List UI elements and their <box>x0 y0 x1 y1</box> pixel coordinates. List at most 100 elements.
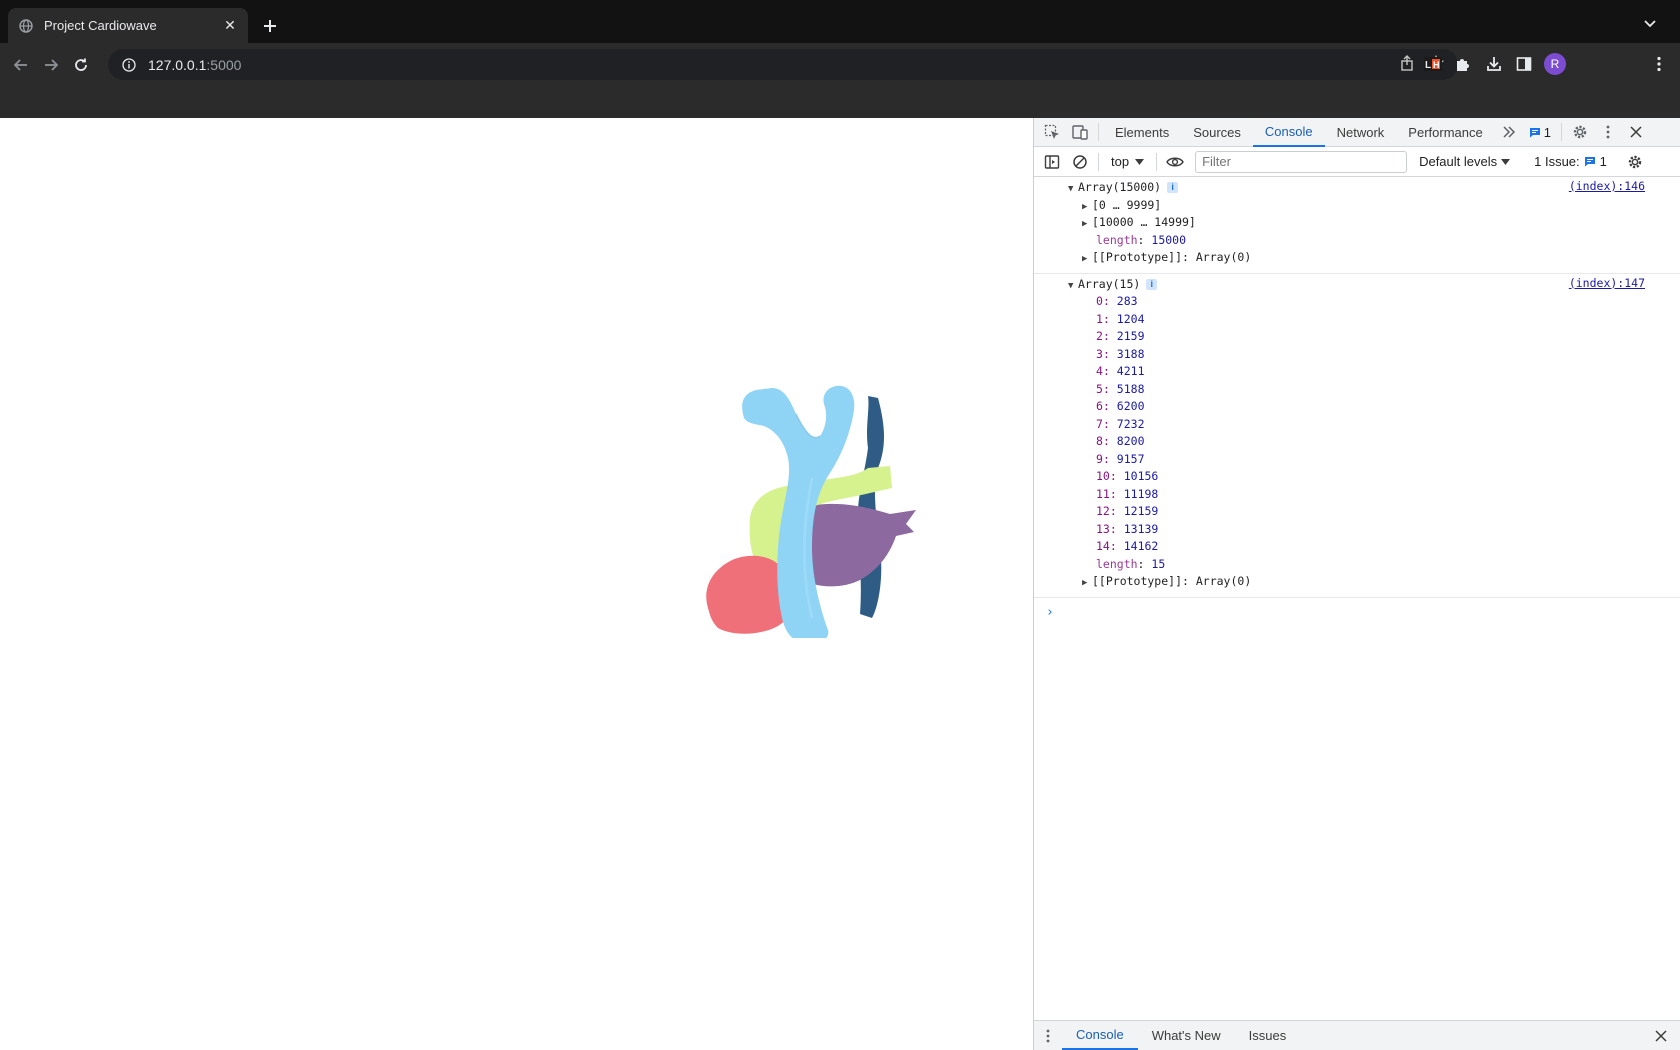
console-settings-gear-icon[interactable] <box>1621 148 1649 176</box>
download-icon[interactable] <box>1481 51 1507 77</box>
devtools-tab-bar: Elements Sources Console Network Perform… <box>1034 118 1680 147</box>
close-drawer-icon[interactable] <box>1647 1022 1675 1050</box>
share-icon[interactable] <box>1400 55 1414 74</box>
devtools-menu-icon[interactable] <box>1594 118 1622 146</box>
extensions-puzzle-icon[interactable] <box>1450 51 1476 77</box>
filter-input[interactable] <box>1195 150 1408 173</box>
context-selector[interactable]: top <box>1103 154 1152 169</box>
drawer-tab-issues[interactable]: Issues <box>1235 1021 1301 1050</box>
url-port: :5000 <box>206 56 242 73</box>
lighthouse-extension-icon[interactable]: LH <box>1420 51 1446 77</box>
messages-count: 1 <box>1543 124 1551 140</box>
settings-gear-icon[interactable] <box>1566 118 1594 146</box>
forward-arrow-icon <box>45 59 59 71</box>
array-item: 14: 14162 <box>1096 539 1159 553</box>
tab-network[interactable]: Network <box>1325 118 1397 147</box>
expand-triangle-icon[interactable]: ▶ <box>1082 251 1092 269</box>
tab-sources[interactable]: Sources <box>1181 118 1253 147</box>
plus-icon <box>264 20 276 32</box>
avatar: R <box>1544 53 1566 75</box>
info-icon[interactable]: i <box>1167 182 1179 193</box>
array-prototype[interactable]: ▶ [[Prototype]]: Array(0) <box>1034 249 1680 267</box>
inspect-element-icon[interactable] <box>1038 118 1066 146</box>
dropdown-arrow-icon <box>1501 158 1511 165</box>
forward-button[interactable] <box>38 52 64 78</box>
console-message: (index):146 ▼ Array(15000) i ▶ [0 … 9999] ▶… <box>1034 177 1680 274</box>
array-prototype[interactable]: ▶ [[Prototype]]: Array(0) <box>1034 573 1680 591</box>
close-tab-icon[interactable]: ✕ <box>222 17 238 34</box>
tab-search-button[interactable] <box>1640 14 1660 34</box>
message-icon <box>1529 127 1540 137</box>
bookmark-bar <box>0 86 1680 118</box>
svg-text:L: L <box>1425 60 1431 71</box>
console-toolbar: top Default levels 1 Issue: 1 <box>1034 147 1680 177</box>
back-button[interactable] <box>8 52 34 78</box>
sidebar-toggle-icon[interactable] <box>1038 148 1066 176</box>
array-length: length: 15 <box>1096 556 1166 571</box>
drawer-tab-console[interactable]: Console <box>1062 1021 1138 1050</box>
array-header[interactable]: ▼ Array(15000) i <box>1034 179 1680 197</box>
array-item: 9: 9157 <box>1096 451 1145 466</box>
tab-title: Project Cardiowave <box>44 18 157 33</box>
array-item: 13: 13139 <box>1096 521 1159 536</box>
browser-menu-button[interactable] <box>1646 51 1672 77</box>
site-info-icon[interactable] <box>120 56 138 74</box>
console-prompt[interactable]: › <box>1034 604 1680 622</box>
expand-triangle-icon[interactable]: ▶ <box>1082 575 1092 593</box>
clear-console-icon[interactable] <box>1066 148 1094 176</box>
chevron-down-icon <box>1644 20 1656 28</box>
console-message: (index):147 ▼ Array(15) i 0: 283 1: 1204 2… <box>1034 274 1680 598</box>
array-range[interactable]: ▶ [0 … 9999] <box>1034 197 1680 215</box>
range-label: [10000 … 14999] <box>1092 215 1196 229</box>
property-value: 15000 <box>1151 232 1187 247</box>
array-label: Array(15) <box>1078 276 1141 291</box>
console-output: (index):146 ▼ Array(15000) i ▶ [0 … 9999] ▶… <box>1034 177 1680 1020</box>
side-panel-icon[interactable] <box>1511 51 1537 77</box>
kebab-menu-icon <box>1657 56 1661 72</box>
range-label: [0 … 9999] <box>1092 197 1162 212</box>
prompt-chevron-icon: › <box>1046 604 1054 620</box>
devtools-panel: Elements Sources Console Network Perform… <box>1033 118 1680 1050</box>
info-icon[interactable]: i <box>1146 278 1158 290</box>
heart-3d-model[interactable] <box>700 318 960 638</box>
array-header[interactable]: ▼ Array(15) i <box>1034 276 1680 294</box>
log-levels-label: Default levels <box>1419 154 1498 169</box>
profile-button[interactable]: R <box>1542 51 1568 77</box>
url-host: 127.0.0.1 <box>148 56 207 73</box>
array-range[interactable]: ▶ [10000 … 14999] <box>1034 214 1680 232</box>
prototype-label: [[Prototype]]: Array(0) <box>1092 574 1252 588</box>
divider <box>1098 152 1099 171</box>
reload-button[interactable] <box>68 52 94 78</box>
svg-text:H: H <box>1433 60 1440 70</box>
device-toolbar-icon[interactable] <box>1066 118 1094 146</box>
property-value: 15 <box>1151 556 1166 571</box>
tab-console[interactable]: Console <box>1252 118 1325 147</box>
close-devtools-icon[interactable] <box>1622 118 1650 146</box>
divider <box>1098 123 1099 141</box>
drawer-tab-whats-new[interactable]: What's New <box>1138 1021 1235 1050</box>
divider <box>1560 123 1562 141</box>
dropdown-arrow-icon <box>1135 158 1145 165</box>
browser-tab[interactable]: Project Cardiowave ✕ <box>8 8 248 43</box>
array-item: 2: 2159 <box>1096 329 1145 343</box>
tab-strip: Project Cardiowave ✕ <box>0 0 1680 43</box>
messages-badge[interactable]: 1 <box>1523 125 1557 140</box>
array-item: 7: 7232 <box>1096 416 1145 431</box>
live-expression-eye-icon[interactable] <box>1161 148 1189 176</box>
issues-count: 1 <box>1599 154 1607 169</box>
log-levels-dropdown[interactable]: Default levels <box>1419 154 1511 169</box>
property-key: length <box>1096 232 1138 247</box>
browser-toolbar: 127.0.0.1:5000 LH R <box>0 43 1680 86</box>
array-item: 4: 4211 <box>1096 364 1145 378</box>
tab-performance[interactable]: Performance <box>1396 118 1494 147</box>
message-icon <box>1584 157 1595 167</box>
address-bar[interactable]: 127.0.0.1:5000 <box>108 49 1458 80</box>
drawer-menu-icon[interactable] <box>1034 1022 1062 1050</box>
context-label: top <box>1111 154 1130 169</box>
new-tab-button[interactable] <box>258 14 282 38</box>
devtools-drawer: Console What's New Issues <box>1034 1020 1680 1050</box>
array-item: 10: 10156 <box>1096 469 1159 483</box>
tab-elements[interactable]: Elements <box>1103 118 1181 147</box>
more-tabs-icon[interactable] <box>1495 118 1523 146</box>
issues-counter[interactable]: 1 Issue: 1 <box>1534 154 1607 169</box>
